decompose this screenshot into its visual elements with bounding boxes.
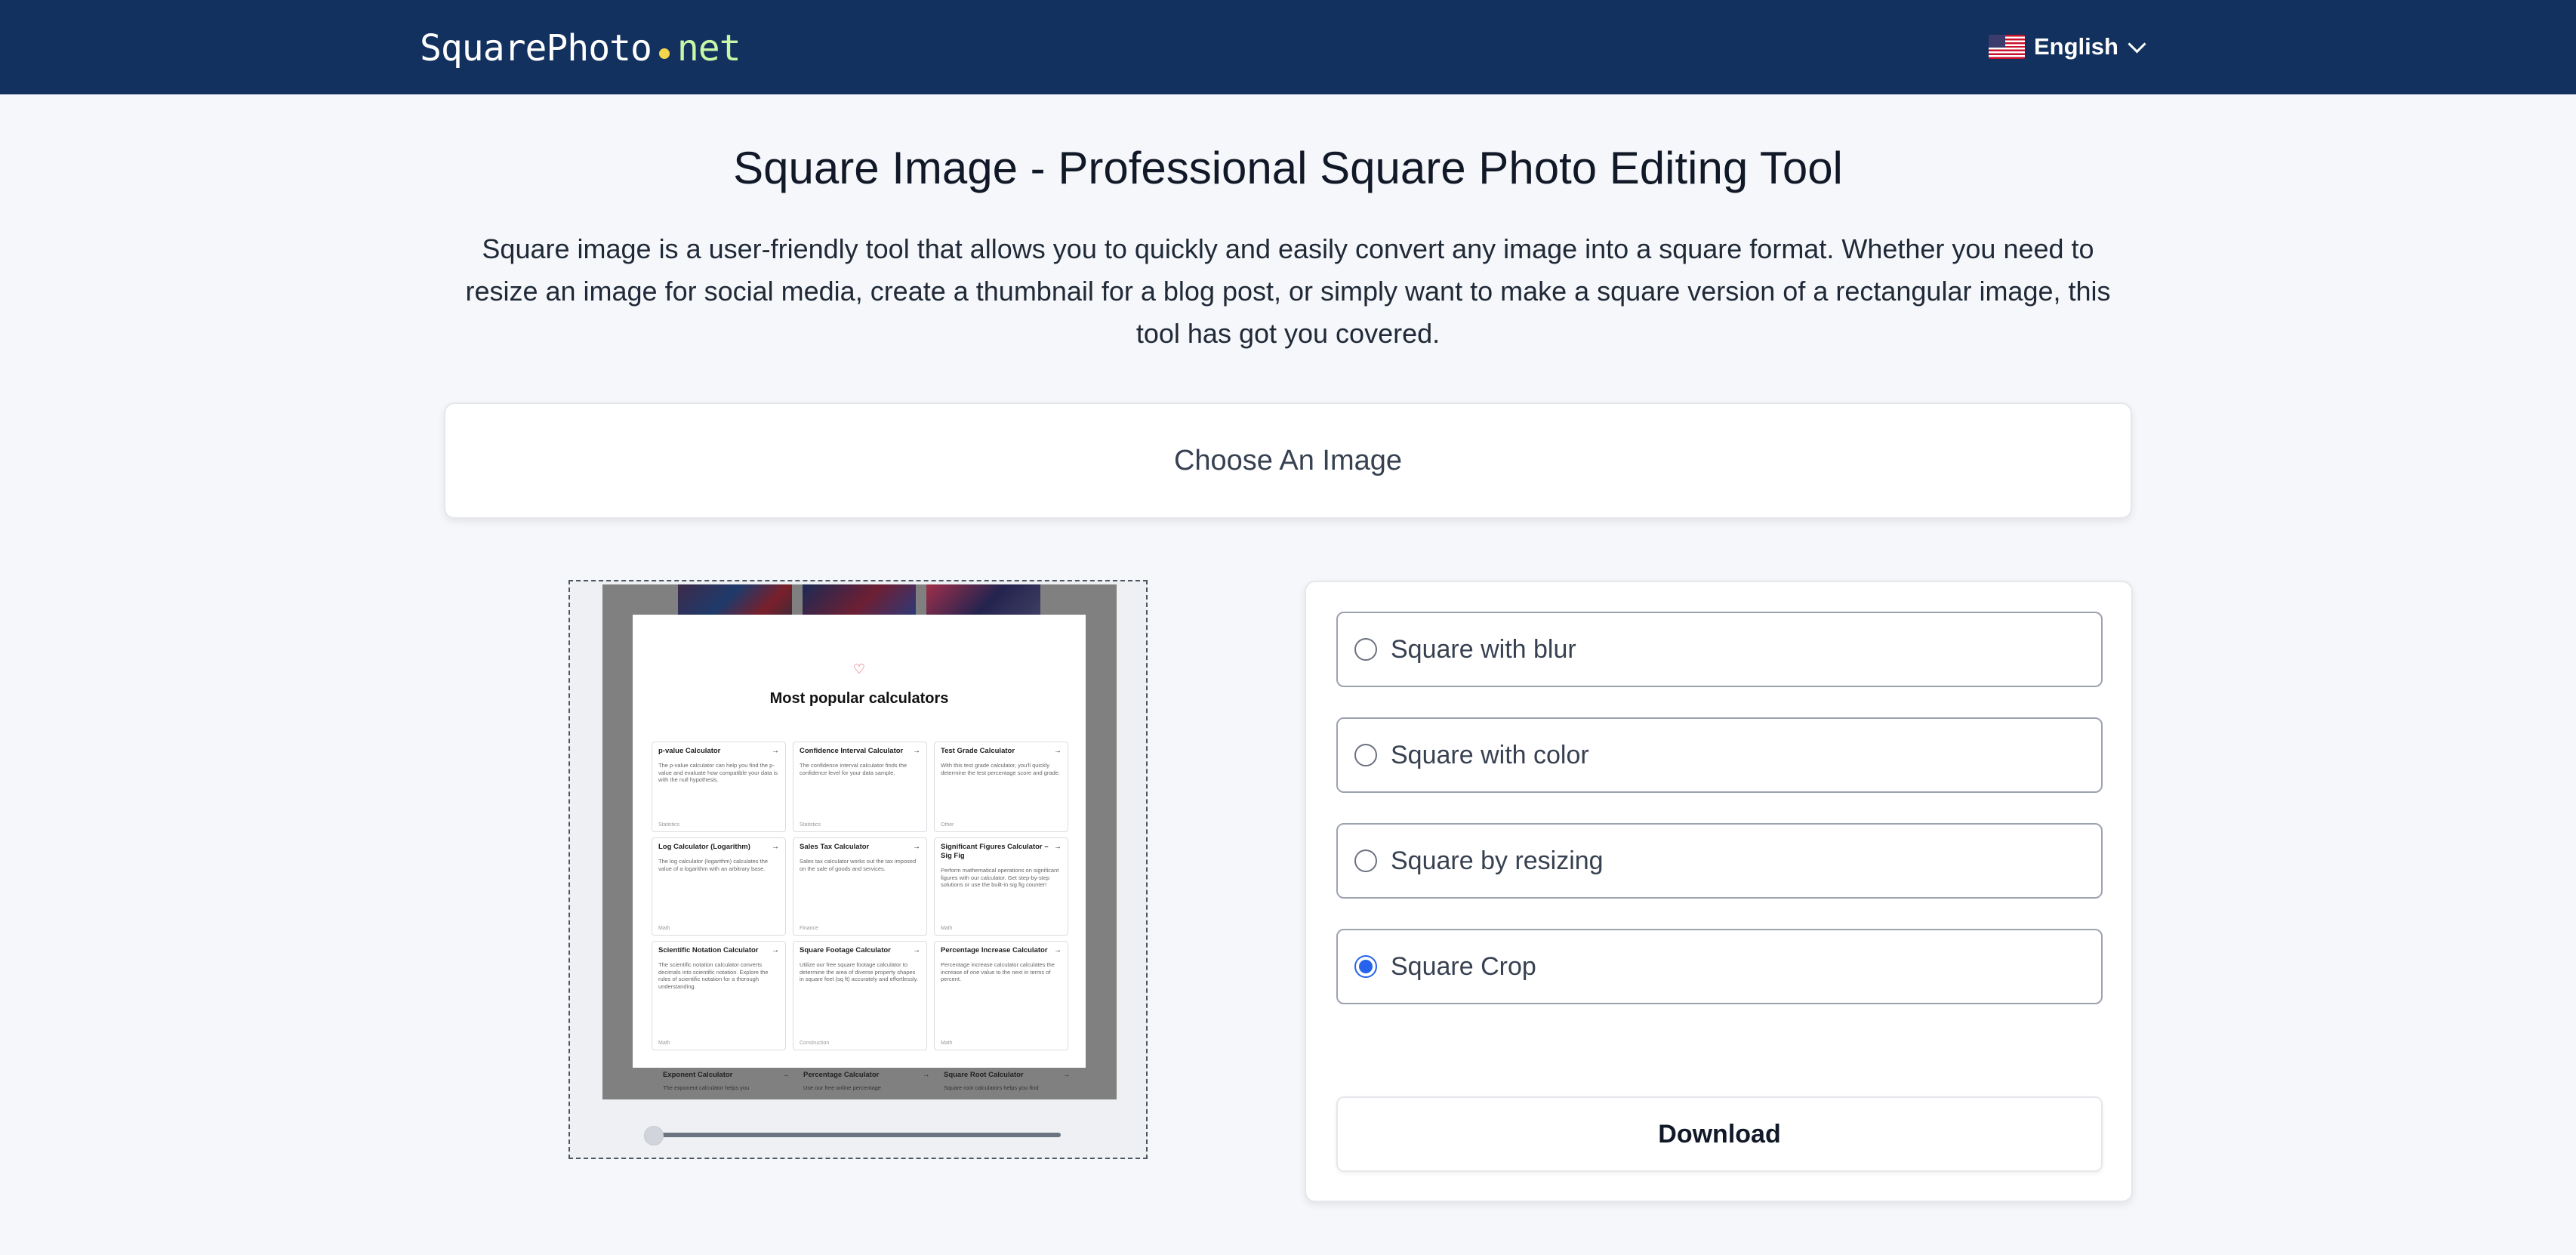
- option-label: Square Crop: [1391, 951, 1536, 981]
- calculator-card-desc: The p-value calculator can help you find…: [658, 762, 778, 783]
- calculator-card-desc: Utilize our free square footage calculat…: [800, 961, 918, 982]
- calculator-card-category: Other: [941, 822, 954, 828]
- calculator-card-category: Finance: [800, 926, 818, 931]
- logo-text: SquarePhoto: [420, 27, 652, 69]
- calculator-card-title: Log Calculator (Logarithm): [658, 843, 750, 851]
- calculator-card: p-value Calculator → The p-value calculato…: [652, 742, 786, 832]
- calculator-card: Significant Figures Calculator – Sig Fig…: [934, 837, 1068, 936]
- logo-tld: net: [676, 27, 741, 69]
- preview-heading: Most popular calculators: [769, 690, 949, 707]
- option-square-with-blur[interactable]: Square with blur: [1336, 612, 2103, 687]
- calculator-card: Confidence Interval Calculator → The confi…: [793, 742, 927, 832]
- calculator-card-category: Statistics: [800, 822, 821, 828]
- calculator-card-title: p-value Calculator: [658, 747, 721, 755]
- calculator-card-category: Construction: [800, 1041, 830, 1046]
- radio-button[interactable]: [1354, 638, 1377, 661]
- calculator-card-category: Statistics: [658, 822, 680, 828]
- calculator-card-desc: Sales tax calculator works out the tax i…: [800, 858, 917, 872]
- page-title: Square Image - Professional Square Photo…: [733, 143, 1843, 193]
- calculator-card-category: Math: [941, 1041, 953, 1046]
- options-panel: Square with blur Square with color Square …: [1305, 581, 2133, 1202]
- calculator-card-category: Math: [941, 926, 953, 931]
- intro-text: Square image is a user-friendly tool tha…: [465, 233, 2111, 349]
- zoom-slider-thumb[interactable]: [644, 1126, 664, 1146]
- arrow-right-icon: →: [1054, 843, 1062, 851]
- calculator-card: Test Grade Calculator → With this test gra…: [934, 742, 1068, 832]
- calculator-card-title: Square Footage Calculator: [800, 946, 891, 954]
- preview-canvas[interactable]: ♡ Most popular calculators p-value Calcu…: [602, 584, 1117, 1099]
- peek-card-desc: Use our free online percentage: [803, 1084, 881, 1091]
- preview-image: ♡ Most popular calculators p-value Calcu…: [633, 615, 1086, 1068]
- arrow-right-icon: →: [913, 946, 920, 954]
- peek-card-title: Exponent Calculator: [663, 1071, 733, 1079]
- peek-card-desc: Square root calculators helps you find: [944, 1084, 1039, 1091]
- zoom-slider-track[interactable]: [653, 1133, 1061, 1137]
- top-navbar: SquarePhoto net English: [0, 0, 2576, 94]
- radio-button[interactable]: [1354, 744, 1377, 766]
- calculator-card: Log Calculator (Logarithm) → The log calcu…: [652, 837, 786, 936]
- calculator-card-title: Confidence Interval Calculator: [800, 747, 904, 755]
- calculator-card-category: Math: [658, 1041, 670, 1046]
- image-preview-area: ♡ Most popular calculators p-value Calcu…: [569, 580, 1148, 1159]
- calculator-card-desc: Percentage increase calculator calculate…: [941, 961, 1055, 982]
- arrow-right-icon: →: [782, 1071, 790, 1079]
- arrow-right-icon: →: [923, 1071, 930, 1079]
- peek-card-title: Percentage Calculator: [803, 1071, 880, 1079]
- download-button[interactable]: Download: [1336, 1096, 2103, 1172]
- arrow-right-icon: →: [772, 946, 779, 954]
- option-square-by-resizing[interactable]: Square by resizing: [1336, 823, 2103, 899]
- calculator-card-desc: The confidence interval calculator finds…: [800, 762, 907, 776]
- arrow-right-icon: →: [1054, 747, 1062, 755]
- option-label: Square with blur: [1391, 634, 1576, 664]
- radio-button[interactable]: [1354, 850, 1377, 872]
- us-flag-icon: [1989, 35, 2025, 59]
- calculator-card: Sales Tax Calculator → Sales tax calculato…: [793, 837, 927, 936]
- option-label: Square with color: [1391, 740, 1589, 769]
- calculator-card-desc: With this test grade calculator, you'll …: [941, 762, 1061, 776]
- language-label: English: [2034, 33, 2118, 60]
- arrow-right-icon: →: [772, 747, 779, 755]
- arrow-right-icon: →: [772, 843, 779, 851]
- calculator-card-desc: The scientific notation calculator conve…: [658, 961, 769, 990]
- preview-peek-row: Exponent Calculator → The exponent calcula…: [602, 1068, 1117, 1099]
- language-selector[interactable]: English: [1989, 32, 2146, 62]
- heart-shield-icon: ♡: [852, 661, 866, 677]
- calculator-card-title: Test Grade Calculator: [941, 747, 1015, 755]
- calculator-card-title: Percentage Increase Calculator: [941, 946, 1048, 954]
- calculator-card-title: Significant Figures Calculator – Sig Fig: [941, 843, 1049, 860]
- peek-card-title: Square Root Calculator: [944, 1071, 1024, 1079]
- logo-dot: [658, 48, 670, 59]
- arrow-right-icon: →: [1054, 946, 1062, 954]
- site-logo[interactable]: SquarePhoto net: [420, 27, 741, 69]
- calculator-card-desc: Perform mathematical operations on signi…: [941, 867, 1059, 888]
- calculator-card: Square Footage Calculator → Utilize our fr…: [793, 941, 927, 1050]
- chevron-down-icon: [2128, 34, 2146, 54]
- arrow-right-icon: →: [1063, 1071, 1071, 1079]
- option-square-with-color[interactable]: Square with color: [1336, 717, 2103, 793]
- option-square-crop[interactable]: Square Crop: [1336, 929, 2103, 1004]
- calculator-card-category: Math: [658, 926, 670, 931]
- choose-image-button[interactable]: Choose An Image: [444, 402, 2132, 519]
- arrow-right-icon: →: [913, 747, 920, 755]
- calculator-card-desc: The log calculator (logarithm) calculate…: [658, 858, 769, 872]
- calculator-card: Scientific Notation Calculator → The scien…: [652, 941, 786, 1050]
- radio-button[interactable]: [1354, 955, 1377, 978]
- peek-card-desc: The exponent calculator helps you: [663, 1084, 750, 1091]
- option-label: Square by resizing: [1391, 846, 1604, 875]
- calculator-card-title: Sales Tax Calculator: [800, 843, 870, 851]
- calculator-card-title: Scientific Notation Calculator: [658, 946, 759, 954]
- arrow-right-icon: →: [913, 843, 920, 851]
- calculator-card: Percentage Increase Calculator → Percentag…: [934, 941, 1068, 1050]
